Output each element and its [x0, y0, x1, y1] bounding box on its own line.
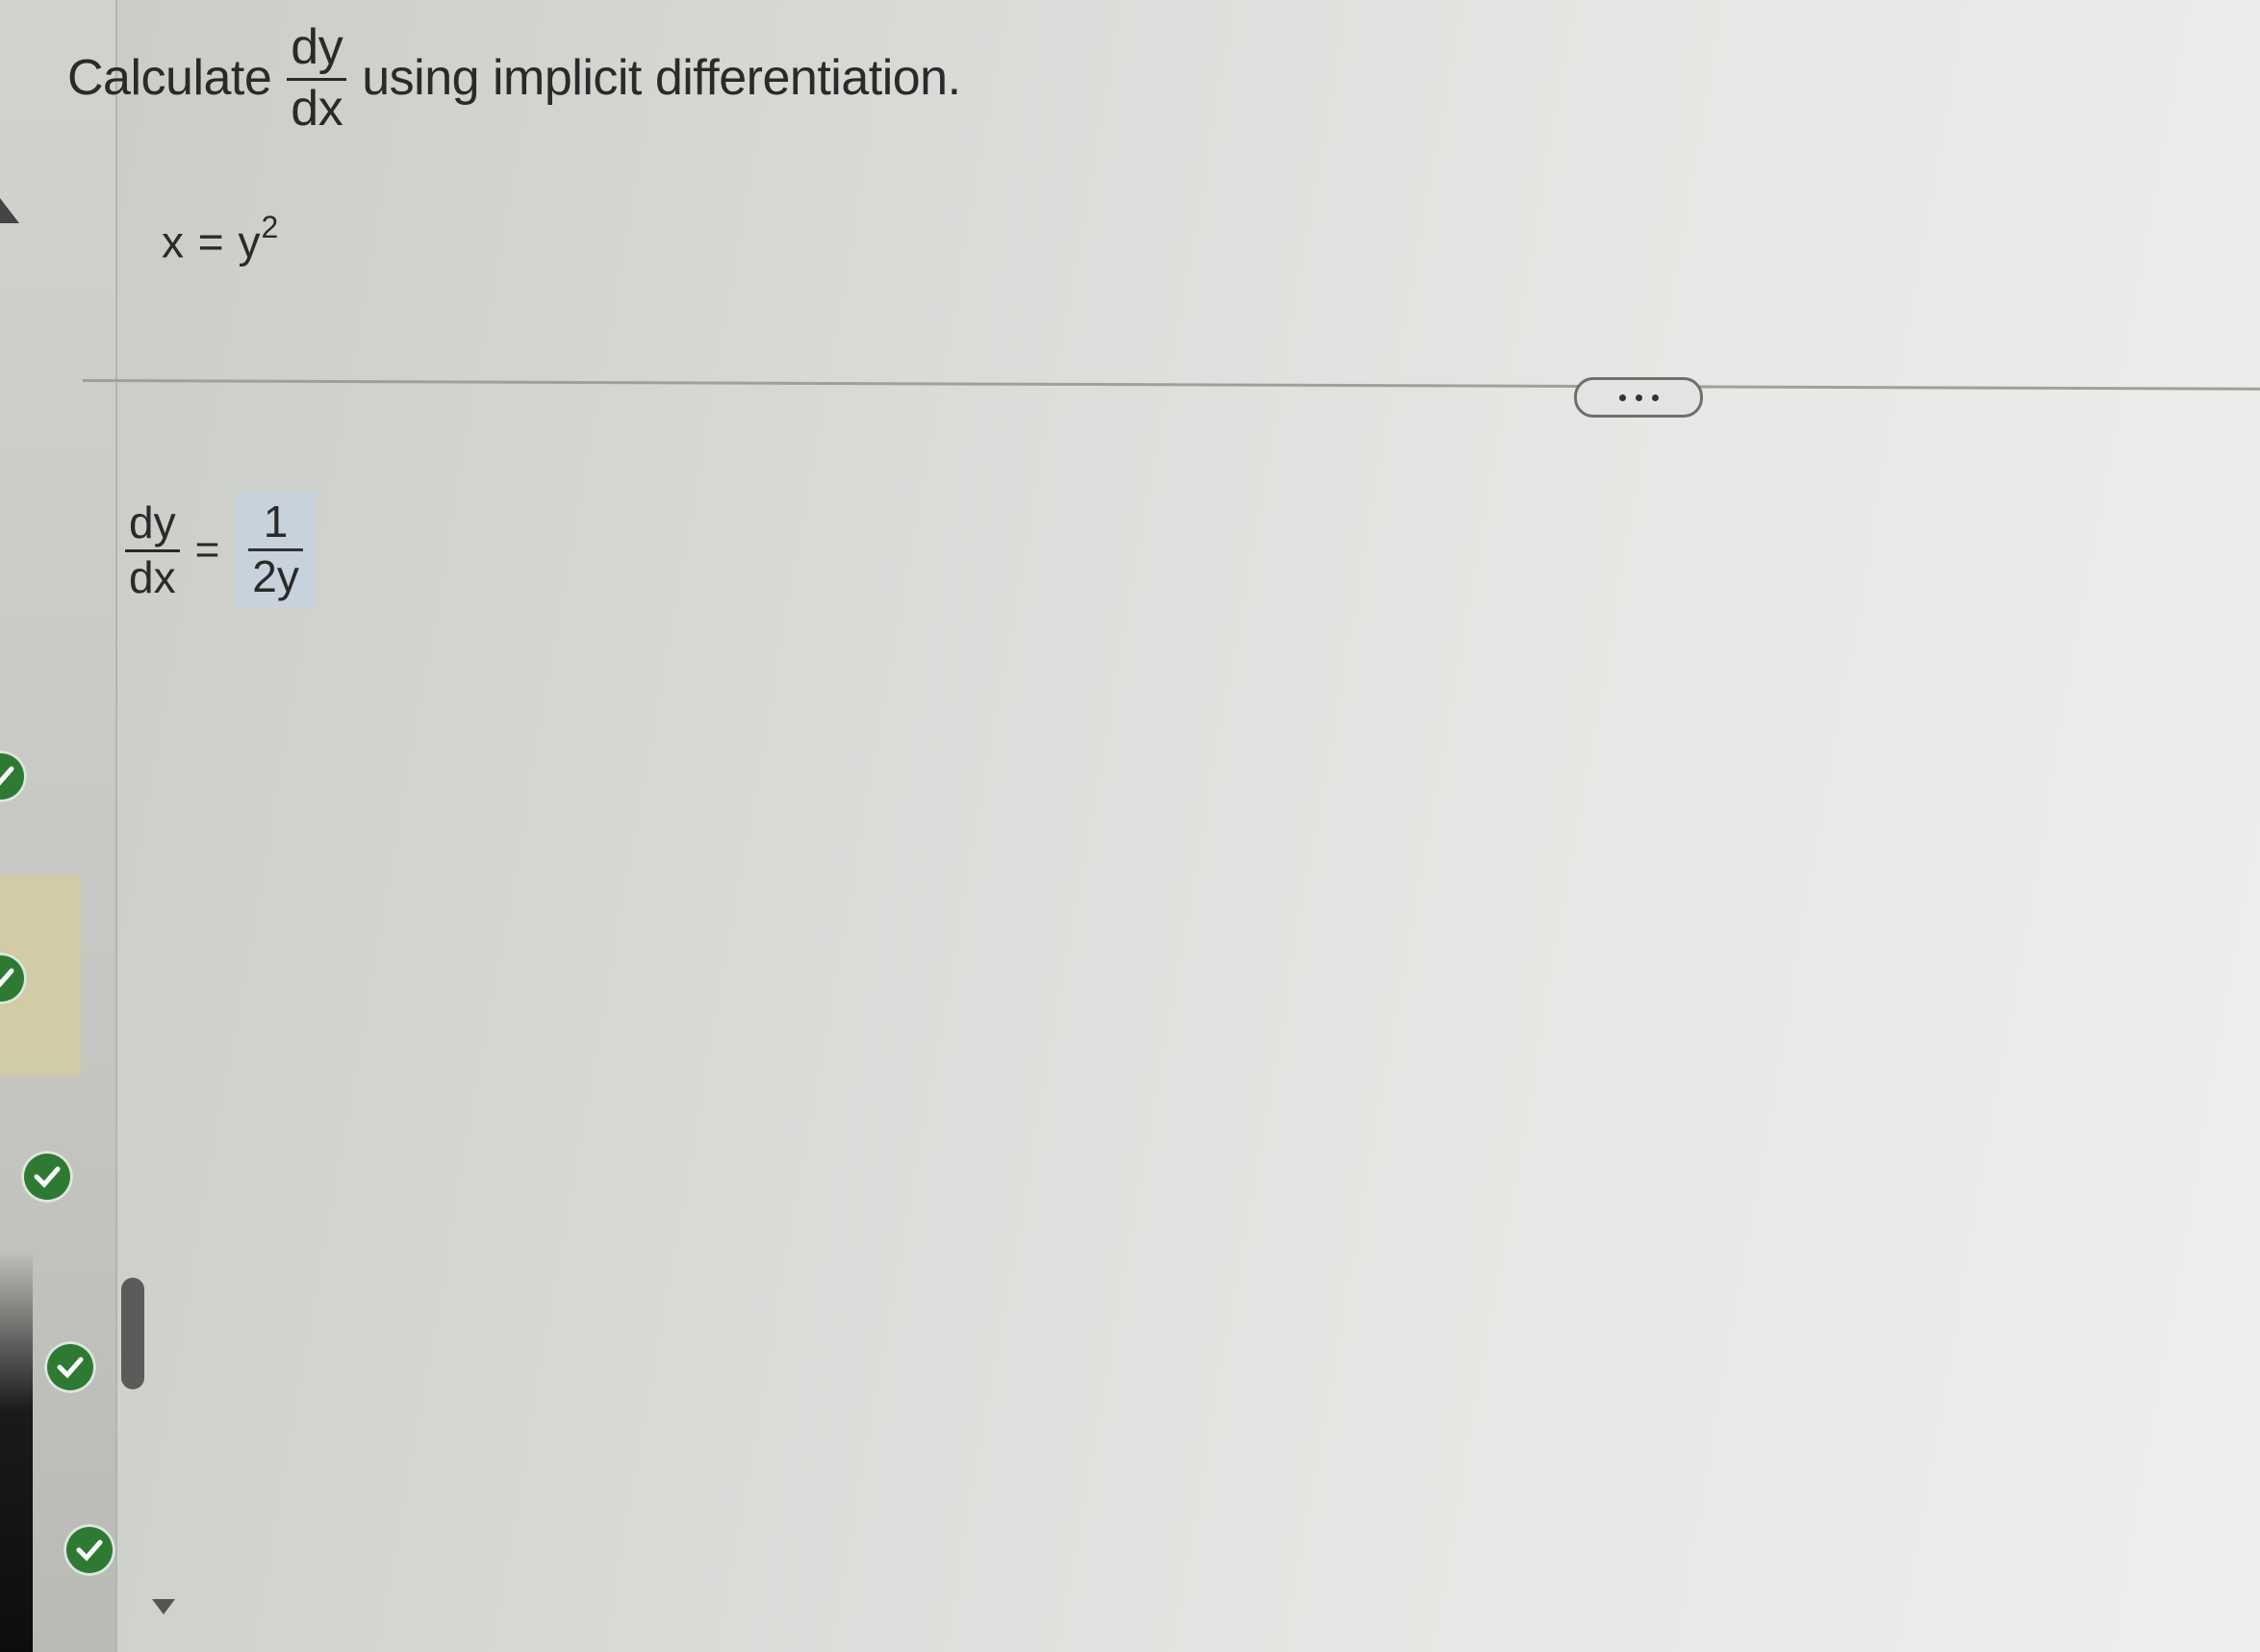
answer-rhs-numerator: 1	[263, 496, 289, 546]
equation-lhs: x	[162, 216, 185, 267]
answer-rhs-fraction: 1 2y	[248, 498, 303, 600]
answer-row: dy dx = 1 2y	[125, 493, 317, 608]
dot	[1635, 394, 1642, 401]
fraction-numerator: dy	[291, 19, 343, 75]
answer-lhs-numerator: dy	[129, 497, 176, 547]
question-panel: Calculate dy dx using implicit different…	[0, 0, 2260, 1652]
answer-equals: =	[194, 525, 220, 573]
prompt-suffix: using implicit differentiation.	[362, 50, 961, 107]
derivative-fraction: dy dx	[287, 19, 347, 137]
equation-exponent: 2	[261, 210, 280, 244]
answer-lhs-denominator: dx	[129, 552, 176, 603]
question-prompt: Calculate dy dx using implicit different…	[67, 21, 961, 135]
more-options-button[interactable]	[1574, 377, 1703, 418]
equation-equals: =	[197, 216, 225, 267]
answer-lhs-fraction: dy dx	[125, 499, 180, 601]
dot	[1651, 394, 1659, 401]
prompt-prefix: Calculate	[67, 50, 272, 107]
given-equation: x = y2	[162, 210, 279, 267]
dot	[1618, 394, 1626, 401]
answer-input-box[interactable]: 1 2y	[235, 493, 317, 608]
fraction-denominator: dx	[291, 80, 343, 137]
section-divider	[82, 379, 2260, 391]
answer-rhs-denominator: 2y	[252, 551, 299, 602]
equation-base: y	[238, 216, 262, 267]
